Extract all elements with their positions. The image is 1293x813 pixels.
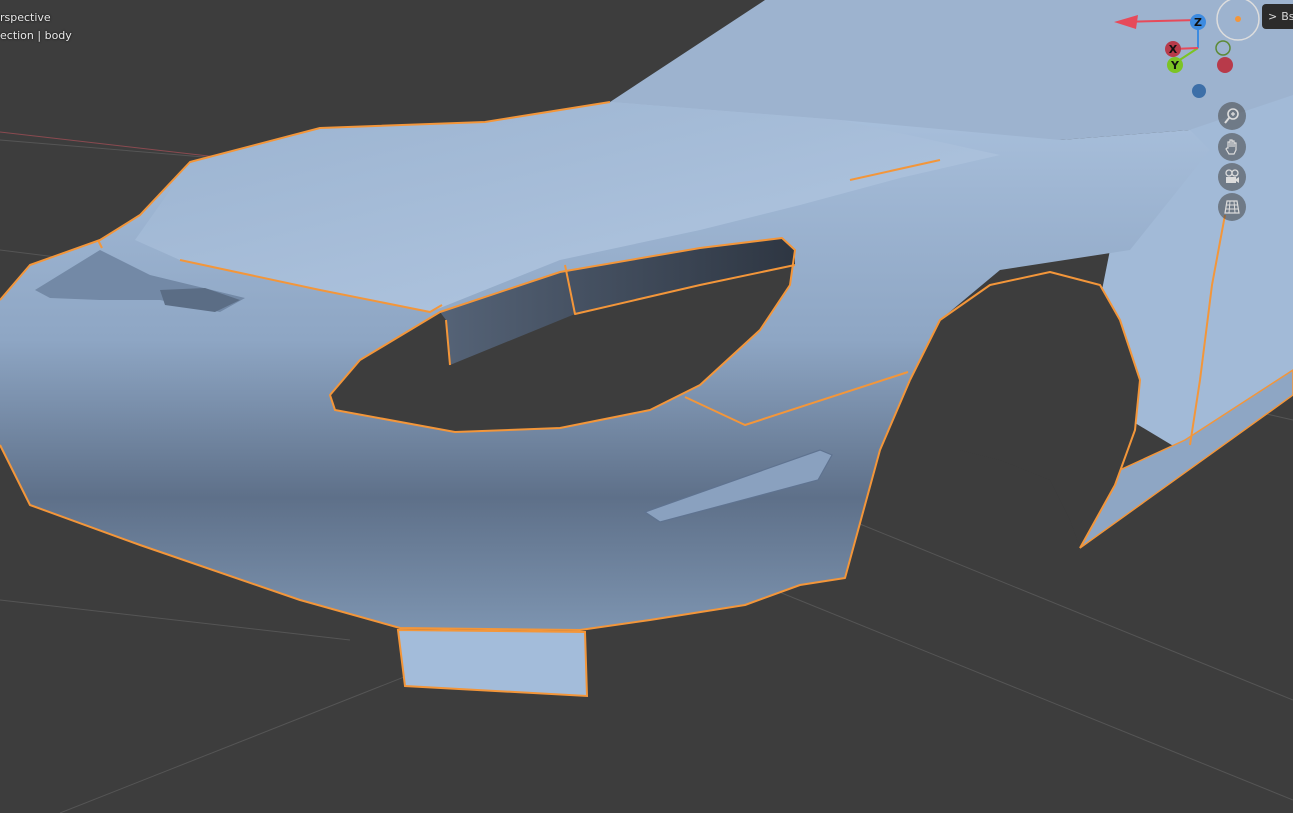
camera-icon <box>1225 169 1239 183</box>
3d-viewport[interactable]: Z X Y <box>0 0 1293 813</box>
sidebar-tab-label: Bs <box>1281 10 1293 23</box>
view-mode-label: rspective <box>0 11 51 24</box>
license-plate <box>396 628 589 698</box>
sidebar-toggle-tab[interactable]: > Bs <box>1262 4 1293 29</box>
gizmo-neg-x-handle <box>1217 57 1233 73</box>
perspective-grid-icon <box>1224 200 1240 214</box>
hand-pan-icon <box>1225 139 1237 155</box>
gizmo-z-label: Z <box>1194 16 1202 29</box>
chevron-right-icon: > <box>1268 10 1278 23</box>
collection-info-label: ection | body <box>0 29 72 42</box>
gizmo-neg-z-handle <box>1192 84 1206 98</box>
perspective-toggle-button[interactable] <box>1218 193 1246 221</box>
zoom-button[interactable] <box>1218 102 1246 130</box>
pan-button[interactable] <box>1218 133 1246 161</box>
zoom-icon <box>1224 108 1239 124</box>
gizmo-y-label: Y <box>1170 59 1180 72</box>
camera-view-button[interactable] <box>1218 163 1246 191</box>
gizmo-x-label: X <box>1169 43 1178 56</box>
